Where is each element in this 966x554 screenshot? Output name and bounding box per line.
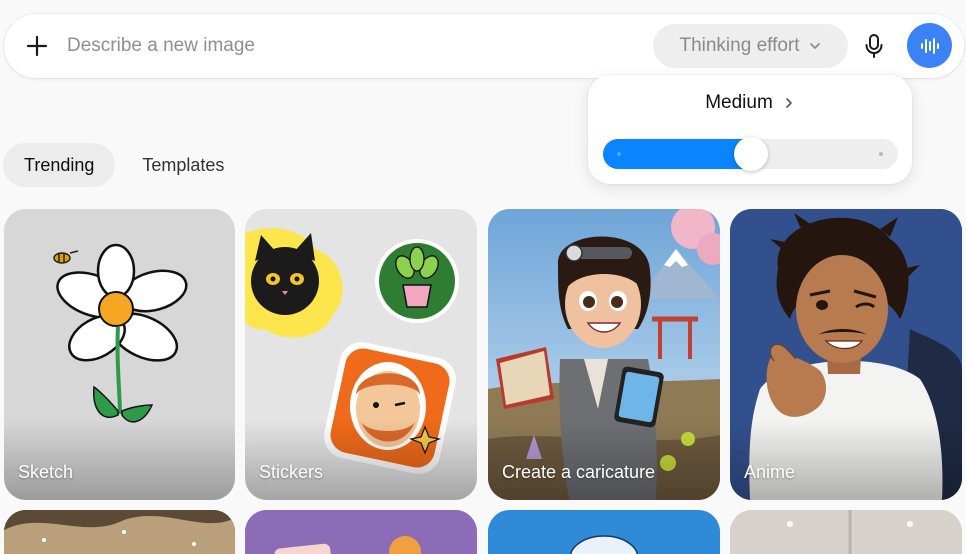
chevron-down-icon — [809, 43, 820, 49]
prompt-input[interactable] — [67, 32, 627, 60]
slider-end-dot — [879, 152, 883, 156]
thinking-effort-button[interactable]: Thinking effort — [653, 24, 848, 68]
card-shade — [245, 420, 477, 500]
plus-icon — [26, 35, 48, 57]
style-card-sketch[interactable]: Sketch — [4, 209, 235, 500]
card-label: Create a caricature — [502, 462, 656, 482]
chevron-right-icon — [785, 98, 792, 108]
card-label: Sketch — [18, 462, 74, 482]
effort-slider-thumb[interactable] — [733, 137, 768, 171]
effort-level-selector[interactable]: Medium — [588, 92, 912, 114]
card-shade — [488, 420, 720, 500]
effort-level-label: Medium — [705, 92, 773, 113]
card-shade — [730, 420, 962, 500]
add-button[interactable] — [22, 31, 52, 61]
thinking-effort-label: Thinking effort — [679, 35, 800, 56]
card-image — [730, 510, 962, 554]
card-label: Anime — [744, 462, 796, 482]
microphone-button[interactable] — [859, 31, 889, 61]
style-card-row2-4[interactable] — [730, 510, 962, 554]
style-card-anime[interactable]: Anime — [730, 209, 962, 500]
effort-slider-fill — [603, 139, 751, 169]
effort-slider[interactable] — [603, 137, 898, 171]
card-image — [4, 510, 235, 554]
slider-start-dot — [617, 152, 621, 156]
card-image — [488, 510, 720, 554]
tab-templates[interactable]: Templates — [121, 143, 245, 187]
image-generation-page: Thinking effort Medium — [0, 0, 966, 554]
style-card-caricature[interactable]: Create a caricature — [488, 209, 720, 500]
prompt-bar: Thinking effort — [4, 14, 964, 78]
voice-mode-button[interactable] — [907, 23, 952, 68]
thinking-effort-popover: Medium — [588, 75, 912, 184]
card-image — [245, 510, 477, 554]
voice-waveform-icon — [920, 37, 939, 54]
category-tabs: Trending Templates — [3, 143, 245, 187]
style-card-row2-1[interactable] — [4, 510, 235, 554]
card-label: Stickers — [259, 462, 324, 482]
card-shade — [4, 420, 235, 500]
microphone-icon — [865, 34, 883, 58]
style-card-row2-3[interactable] — [488, 510, 720, 554]
tab-trending[interactable]: Trending — [3, 143, 116, 187]
style-card-row2-2[interactable] — [245, 510, 477, 554]
style-card-stickers[interactable]: Stickers — [245, 209, 477, 500]
